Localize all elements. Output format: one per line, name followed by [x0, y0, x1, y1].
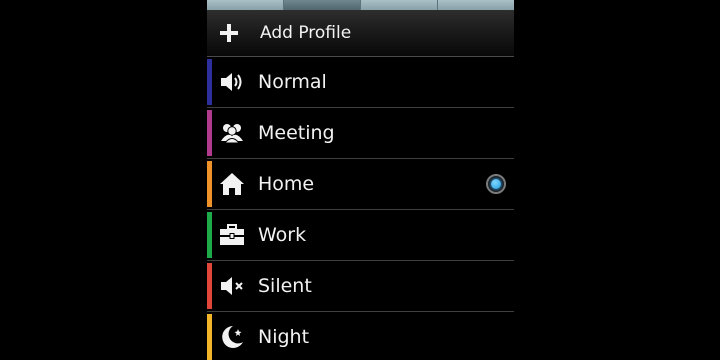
house-icon	[219, 171, 245, 197]
tab-2[interactable]	[284, 0, 361, 10]
selected-radio-button[interactable]	[486, 174, 506, 194]
tab-4[interactable]	[438, 0, 514, 10]
speaker-icon	[219, 69, 245, 95]
profile-color-stripe	[207, 212, 212, 258]
briefcase-icon	[219, 222, 245, 248]
profile-color-stripe	[207, 314, 212, 360]
people-icon	[219, 120, 245, 146]
profile-label: Meeting	[258, 122, 335, 144]
profile-color-stripe	[207, 59, 212, 105]
tab-strip	[207, 0, 514, 10]
profile-item-meeting[interactable]: Meeting	[207, 108, 514, 159]
tab-3[interactable]	[361, 0, 438, 10]
profile-color-stripe	[207, 110, 212, 156]
profile-label: Home	[258, 173, 315, 195]
add-profile-label: Add Profile	[260, 23, 352, 43]
profile-label: Silent	[258, 275, 312, 297]
add-profile-button[interactable]: Add Profile	[207, 10, 514, 57]
profile-label: Work	[258, 224, 307, 246]
profiles-screen: Add Profile Normal Meeting Home Work Sil…	[207, 0, 514, 360]
profile-color-stripe	[207, 263, 212, 309]
profile-item-normal[interactable]: Normal	[207, 57, 514, 108]
stage: Add Profile Normal Meeting Home Work Sil…	[0, 0, 720, 360]
profile-list: Normal Meeting Home Work Silent Night	[207, 57, 514, 360]
profile-item-work[interactable]: Work	[207, 210, 514, 261]
tab-1[interactable]	[207, 0, 284, 10]
profile-label: Normal	[258, 71, 327, 93]
radio-dot	[491, 179, 501, 189]
profile-item-home[interactable]: Home	[207, 159, 514, 210]
plus-icon	[220, 24, 238, 42]
profile-color-stripe	[207, 161, 212, 207]
moon-icon	[219, 324, 245, 350]
profile-item-night[interactable]: Night	[207, 312, 514, 360]
profile-item-silent[interactable]: Silent	[207, 261, 514, 312]
profile-label: Night	[258, 326, 310, 348]
mute-icon	[219, 273, 245, 299]
